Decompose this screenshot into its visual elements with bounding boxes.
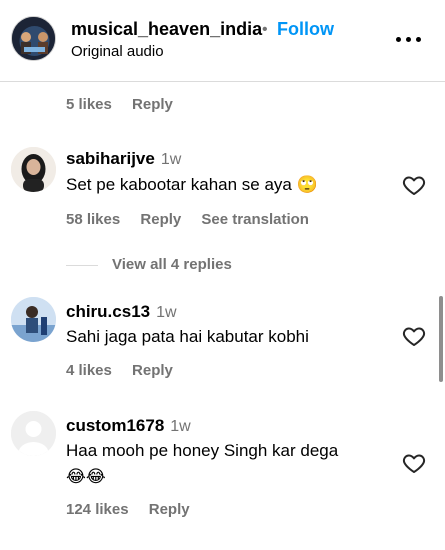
avatar-image	[11, 297, 56, 342]
avatar-image	[11, 147, 56, 192]
heart-icon[interactable]	[402, 173, 426, 197]
profile-avatar[interactable]	[11, 16, 56, 61]
comment-text: Sahi jaga pata hai kabutar kobhi	[66, 327, 309, 346]
comment-text: Haa mooh pe honey Singh kar dega	[66, 441, 339, 460]
see-translation-button[interactable]: See translation	[201, 211, 309, 228]
laughing-emoji: 😂😂	[66, 467, 106, 486]
avatar-image	[12, 17, 55, 60]
follow-button[interactable]: Follow	[277, 19, 334, 40]
comment-meta: 4 likes Reply	[66, 362, 173, 379]
scrollbar-thumb[interactable]	[439, 296, 443, 382]
comment-meta: 124 likes Reply	[66, 501, 190, 518]
default-avatar-icon	[11, 411, 56, 456]
eye-roll-emoji: 🙄	[296, 175, 318, 194]
comment-time: 1w	[170, 418, 191, 435]
comment-time: 1w	[160, 151, 182, 168]
comment-meta: 5 likes Reply	[66, 96, 173, 113]
likes-count[interactable]: 124 likes	[66, 501, 129, 518]
post-username[interactable]: musical_heaven_india	[71, 19, 262, 40]
post-header: musical_heaven_india • Follow Original a…	[0, 0, 445, 82]
commenter-avatar[interactable]	[11, 147, 56, 192]
likes-count[interactable]: 4 likes	[66, 362, 112, 379]
separator-dot: •	[262, 21, 268, 38]
reply-button[interactable]: Reply	[140, 211, 181, 228]
likes-count[interactable]: 58 likes	[66, 211, 120, 228]
likes-count[interactable]: 5 likes	[66, 96, 112, 113]
reply-button[interactable]: Reply	[149, 501, 190, 518]
commenter-avatar[interactable]	[11, 411, 56, 456]
view-replies-button[interactable]: View all 4 replies	[66, 256, 232, 273]
audio-label[interactable]: Original audio	[71, 43, 164, 60]
comment-username[interactable]: sabiharijve 1w	[66, 149, 181, 169]
comment-time: 1w	[156, 304, 177, 321]
comment-meta: 58 likes Reply See translation	[66, 211, 309, 228]
comment-username[interactable]: chiru.cs13 1w	[66, 302, 177, 322]
comment-text: Set pe kabootar kahan se aya 🙄	[66, 175, 318, 194]
reply-button[interactable]: Reply	[132, 96, 173, 113]
commenter-avatar[interactable]	[11, 297, 56, 342]
replies-divider	[66, 264, 98, 266]
heart-icon[interactable]	[402, 324, 426, 348]
more-options-icon[interactable]	[396, 28, 422, 50]
heart-icon[interactable]	[402, 451, 426, 475]
comment-username[interactable]: custom1678 1w	[66, 416, 191, 436]
reply-button[interactable]: Reply	[132, 362, 173, 379]
